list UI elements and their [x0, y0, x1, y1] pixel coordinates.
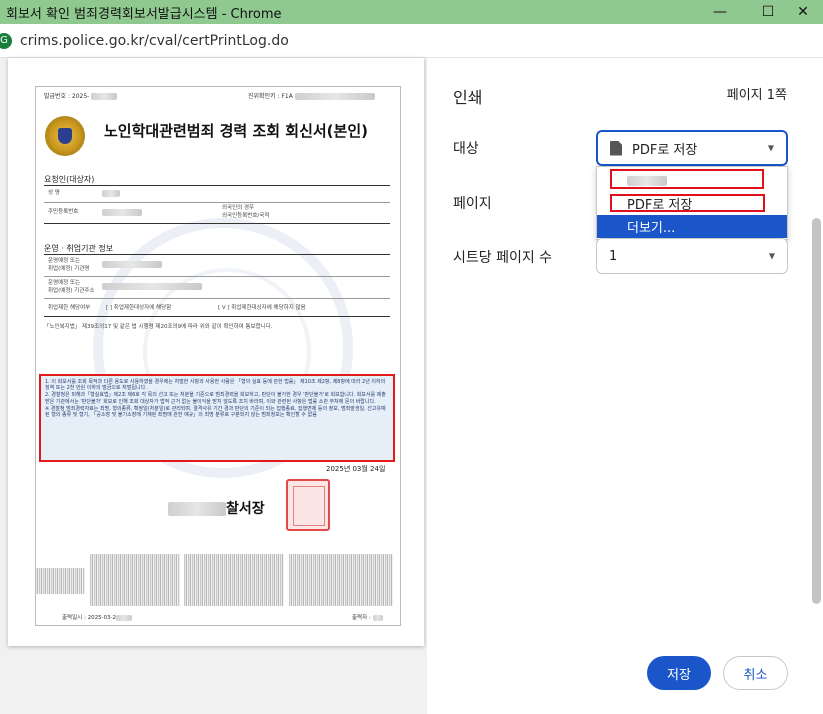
print-date: 출력일시 : 2025-03-2 — [62, 613, 133, 621]
redacted-issue-number — [91, 93, 118, 100]
verify-key: 진위확인키 : F1A — [248, 91, 375, 100]
page-border — [35, 86, 401, 626]
redacted-issuer-prefix — [168, 502, 226, 516]
redacted-verify-key — [294, 93, 375, 100]
pages-per-sheet-select[interactable]: 1 ▼ — [596, 238, 788, 274]
barcode-icon — [184, 554, 284, 606]
document-icon — [610, 140, 622, 156]
requester-section-label: 요청인(대상자) — [44, 175, 95, 184]
chevron-down-icon: ▼ — [767, 143, 774, 153]
restriction-option-applies: [ ] 취업제한대상자에 해당함 — [106, 305, 172, 311]
org-address-label-1: 운영예정 또는 — [48, 280, 81, 286]
barcode-icon — [289, 554, 393, 606]
org-name-label-1: 운영예정 또는 — [48, 258, 81, 264]
issue-date: 2025년 03월 24일 — [326, 465, 386, 473]
save-button[interactable]: 저장 — [647, 656, 711, 690]
site-info-icon[interactable]: G — [0, 32, 12, 49]
redacted-printer — [372, 614, 383, 621]
address-bar[interactable]: G crims.police.go.kr/cval/certPrintLog.d… — [0, 24, 823, 58]
print-preview[interactable]: 발급번호 : 2025- 진위확인키 : F1A 노인학대관련범죄 경력 조회 … — [0, 58, 427, 714]
minimize-button[interactable]: — — [700, 0, 740, 24]
divider — [44, 202, 390, 203]
notice-item: ※ 경찰청 범죄경력자료는 죄명, 형의종류, 확정일(처분일)로 관리되며, … — [45, 405, 386, 419]
foreigner-label: 외국인의 경우 — [222, 205, 255, 211]
foreigner-registration-label: 외국인등록번호/국적 — [222, 213, 270, 219]
print-settings-panel: 인쇄 페이지 1쪽 대상 PDF로 저장 ▼ PDF로 저장 더보기... 페이… — [427, 58, 823, 714]
document-title: 노인학대관련범죄 경력 조회 회신서(본인) — [104, 122, 368, 140]
dropdown-item-more[interactable]: 더보기... — [597, 215, 787, 238]
notice-box: 1. 이 회보서를 조회 목적과 다른 용도로 사용하였을 경우에는 처벌한 사… — [39, 374, 395, 462]
scrollbar-thumb[interactable] — [812, 218, 821, 604]
barcode-icon — [90, 554, 180, 606]
close-button[interactable]: ✕ — [783, 0, 823, 24]
destination-select[interactable]: PDF로 저장 ▼ — [596, 130, 788, 166]
redacted-resident-number — [102, 209, 142, 216]
pages-per-sheet-label: 시트당 페이지 수 — [453, 250, 553, 266]
destination-value: PDF로 저장 — [632, 142, 698, 158]
restriction-option-not-applies: [ V ] 취업제한대상자에 해당하지 않음 — [218, 305, 306, 311]
url-text[interactable]: crims.police.go.kr/cval/certPrintLog.do — [20, 33, 289, 49]
chevron-down-icon: ▼ — [768, 251, 775, 261]
pages-label: 페이지 — [453, 196, 492, 212]
divider — [44, 276, 390, 277]
issuer-name: 찰서장 — [168, 498, 265, 518]
barcode-icon — [35, 568, 85, 594]
org-name-label-2: 취업(예정) 기관명 — [48, 266, 90, 272]
police-emblem-icon — [45, 116, 85, 156]
highlight-box — [610, 169, 764, 189]
redacted-org-name — [102, 261, 162, 268]
preview-page: 발급번호 : 2025- 진위확인키 : F1A 노인학대관련범죄 경력 조회 … — [8, 58, 424, 646]
notice-item: 2. 경찰청은 피해과「형실효법」제2조 제6호 각 목의 선고 또는 처분을 … — [45, 392, 386, 405]
printer-info: 출력자 : — [352, 613, 383, 621]
window-title: 회보서 확인 범죄경력회보서발급시스템 - Chrome — [6, 6, 282, 22]
divider — [44, 223, 390, 224]
cancel-button[interactable]: 취소 — [723, 656, 788, 690]
name-label: 성 명 — [48, 190, 60, 196]
notice-item: 1. 이 회보서를 조회 목적과 다른 용도로 사용하였을 경우에는 처벌한 사… — [45, 379, 386, 392]
restriction-label: 취업제한 해당여부 — [48, 305, 91, 311]
law-statement: 「노인복지법」 제39조의17 및 같은 법 시행령 제20조의9에 따라 위와… — [44, 324, 273, 330]
print-title: 인쇄 — [453, 88, 483, 107]
official-seal-icon — [286, 479, 330, 531]
redacted-print-time — [116, 614, 133, 621]
divider — [44, 185, 390, 186]
issue-number: 발급번호 : 2025- — [44, 91, 118, 100]
org-address-label-2: 취업(예정) 기관주소 — [48, 288, 95, 294]
operator-section-label: 운영 · 취업기관 정보 — [44, 244, 114, 253]
page-count: 페이지 1쪽 — [726, 88, 787, 103]
redacted-org-address — [102, 283, 202, 290]
divider — [44, 298, 390, 299]
highlight-box — [610, 194, 765, 212]
divider — [44, 254, 390, 255]
divider — [44, 316, 390, 317]
redacted-name — [102, 190, 120, 197]
destination-label: 대상 — [453, 141, 479, 157]
maximize-button[interactable]: ☐ — [748, 0, 788, 24]
resident-number-label: 주민등록번호 — [48, 209, 79, 215]
pages-per-sheet-value: 1 — [609, 248, 618, 264]
